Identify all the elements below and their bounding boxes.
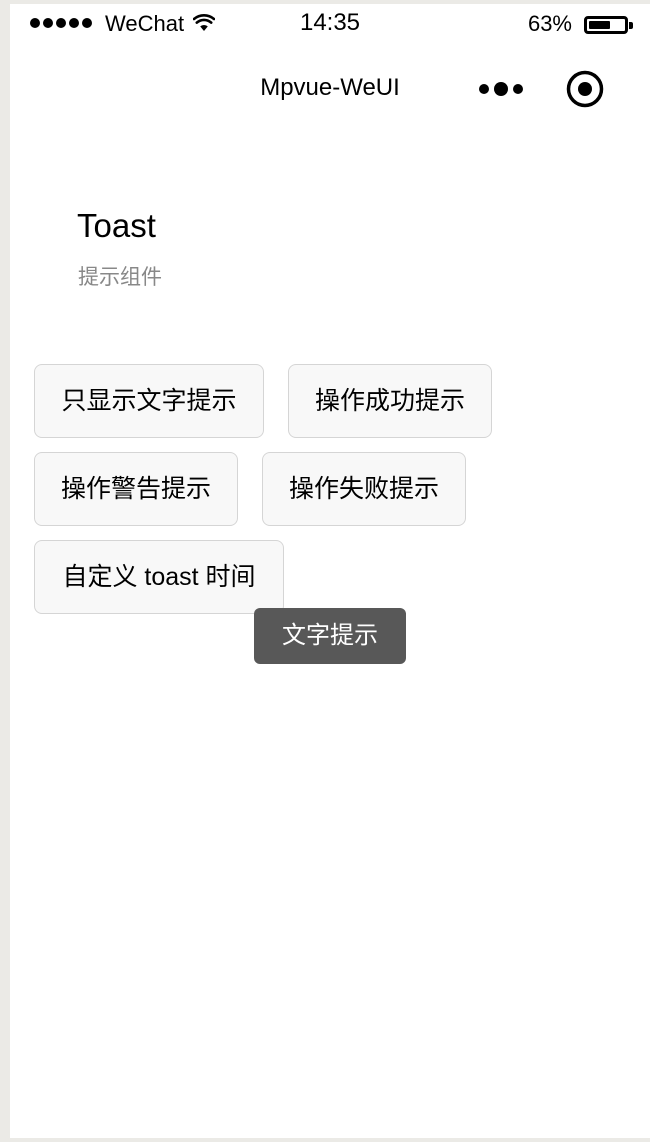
nav-title: Mpvue-WeUI bbox=[260, 74, 400, 101]
text-only-toast-button[interactable]: 只显示文字提示 bbox=[34, 364, 264, 438]
phone-screen: WeChat 14:35 63% Mpvue-WeUI Toast 提示组件 只… bbox=[10, 4, 650, 1138]
battery-icon bbox=[584, 16, 633, 34]
custom-time-toast-button[interactable]: 自定义 toast 时间 bbox=[34, 540, 284, 614]
nav-bar: Mpvue-WeUI bbox=[10, 56, 650, 120]
fail-toast-button[interactable]: 操作失败提示 bbox=[262, 452, 466, 526]
status-bar: WeChat 14:35 63% bbox=[10, 4, 650, 44]
page-description: 提示组件 bbox=[78, 266, 162, 289]
page-title: Toast bbox=[77, 207, 156, 244]
more-icon[interactable] bbox=[478, 80, 524, 98]
record-icon[interactable] bbox=[566, 70, 604, 108]
warning-toast-button[interactable]: 操作警告提示 bbox=[34, 452, 238, 526]
battery-percent: 63% bbox=[527, 11, 572, 36]
toast-message: 文字提示 bbox=[254, 608, 406, 664]
success-toast-button[interactable]: 操作成功提示 bbox=[288, 364, 492, 438]
